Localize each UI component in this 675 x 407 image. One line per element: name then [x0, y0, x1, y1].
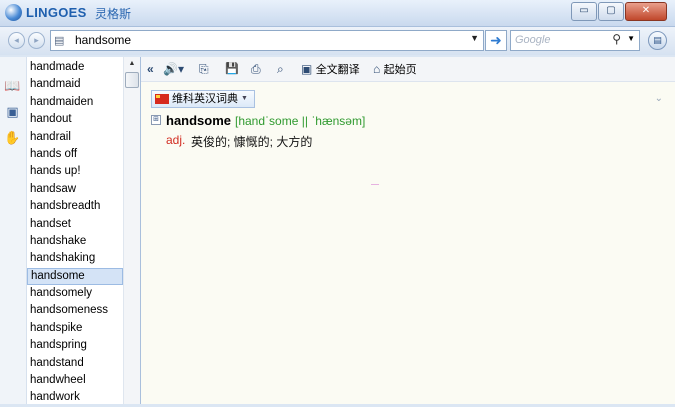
- speaker-icon[interactable]: 🔊▾: [163, 61, 184, 77]
- back-button[interactable]: ◂: [8, 32, 25, 49]
- word-list-item[interactable]: handout: [27, 111, 123, 128]
- word-list: handmade handmaid handmaiden handout handrai…: [27, 59, 123, 407]
- search-box[interactable]: ▤ ▼: [50, 30, 484, 51]
- word-list-item[interactable]: handshaking: [27, 250, 123, 267]
- find-icon[interactable]: ⌕: [277, 61, 284, 77]
- copy-icon[interactable]: ⎘: [199, 61, 209, 77]
- home-icon: ⌂: [373, 62, 381, 76]
- collapse-chevron-icon[interactable]: ⌄: [655, 93, 663, 104]
- save-icon[interactable]: 💾: [225, 61, 239, 77]
- word-list-item[interactable]: handsaw: [27, 181, 123, 198]
- home-label: 起始页: [383, 64, 417, 76]
- print-icon[interactable]: ⎙: [251, 61, 261, 77]
- maximize-button[interactable]: ▢: [598, 2, 624, 21]
- dictionary-list-icon: ▤: [54, 35, 65, 47]
- word-list-item[interactable]: handsome: [27, 267, 123, 286]
- window-controls: ▭ ▢ ✕: [571, 2, 667, 21]
- search-icon[interactable]: ⚲: [612, 32, 621, 46]
- web-search-box[interactable]: ⚲ ▼: [510, 30, 640, 51]
- word-list-item[interactable]: handset: [27, 216, 123, 233]
- lingoes-logo-icon: [5, 4, 22, 21]
- full-text-translate-button[interactable]: ▣ 全文翻译: [301, 61, 360, 77]
- close-button[interactable]: ✕: [625, 2, 667, 21]
- word-list-item[interactable]: handwheel: [27, 372, 123, 389]
- word-list-item[interactable]: handwork: [27, 389, 123, 406]
- word-list-item[interactable]: hands off: [27, 146, 123, 163]
- handshake-icon[interactable]: ✋: [4, 129, 21, 146]
- history-dropdown-icon[interactable]: ▼: [470, 33, 479, 43]
- word-list-item[interactable]: handstand: [27, 355, 123, 372]
- word-list-scrollbar[interactable]: ▲: [123, 57, 140, 404]
- word-list-panel: 📖 ▣ ✋ handmade handmaid handmaiden handout h…: [0, 57, 141, 404]
- navigation-bar: ◂ ▸ ▤ ▼ ➜ ⚲ ▼ ▤: [0, 27, 675, 55]
- dictionary-icon[interactable]: ▣: [4, 103, 21, 120]
- result-toolbar: « 🔊▾ ⎘ 💾 ⎙ ⌕ ▣ 全文翻译 ⌂ 起始页: [141, 57, 675, 82]
- result-panel: « 🔊▾ ⎘ 💾 ⎙ ⌕ ▣ 全文翻译 ⌂ 起始页 维科英汉词典 ▼ ⌄ ⊞ h…: [141, 57, 675, 404]
- expand-entry-icon[interactable]: ⊞: [151, 115, 161, 125]
- go-button[interactable]: ➜: [485, 30, 507, 51]
- icon-rail: 📖 ▣ ✋: [0, 57, 27, 404]
- word-list-item[interactable]: handmade: [27, 59, 123, 76]
- translate-icon: ▣: [301, 62, 313, 76]
- word-list-item[interactable]: handmaiden: [27, 94, 123, 111]
- app-title: LINGOES: [26, 5, 87, 20]
- scroll-thumb[interactable]: [125, 72, 139, 88]
- part-of-speech: adj.: [166, 133, 186, 147]
- dictionary-tab-label: 维科英汉词典: [172, 93, 238, 105]
- word-list-item[interactable]: hands up!: [27, 163, 123, 180]
- phonetic: [handˈsome || ˈhænsəm]: [235, 114, 366, 128]
- cursor-mark: [371, 184, 379, 185]
- definition: 英俊的; 慷慨的; 大方的: [191, 135, 313, 149]
- engine-dropdown-icon[interactable]: ▼: [627, 34, 635, 43]
- web-search-input[interactable]: [515, 32, 605, 48]
- scroll-up-icon[interactable]: ▲: [125, 58, 139, 70]
- translate-label: 全文翻译: [315, 64, 360, 76]
- forward-button[interactable]: ▸: [28, 32, 45, 49]
- china-flag-icon: [155, 94, 169, 104]
- headword: handsome: [166, 113, 232, 128]
- word-list-item[interactable]: handrail: [27, 129, 123, 146]
- title-bar: LINGOES 灵格斯 ▭ ▢ ✕: [0, 0, 675, 27]
- home-page-button[interactable]: ⌂ 起始页: [373, 61, 417, 77]
- dictionary-tab[interactable]: 维科英汉词典 ▼: [151, 90, 255, 108]
- minimize-button[interactable]: ▭: [571, 2, 597, 21]
- dictionary-dropdown-icon[interactable]: ▼: [241, 91, 248, 107]
- app-title-chinese: 灵格斯: [95, 7, 132, 21]
- word-list-item[interactable]: handmaid: [27, 76, 123, 93]
- book-icon[interactable]: 📖: [4, 77, 21, 94]
- word-list-item[interactable]: handsbreadth: [27, 198, 123, 215]
- word-list-item[interactable]: handshake: [27, 233, 123, 250]
- word-list-item[interactable]: handsomeness: [27, 302, 123, 319]
- word-list-item[interactable]: handspring: [27, 337, 123, 354]
- collapse-sidebar-icon[interactable]: «: [147, 61, 154, 77]
- main-menu-button[interactable]: ▤: [648, 31, 667, 50]
- word-list-item[interactable]: handsomely: [27, 285, 123, 302]
- word-list-item[interactable]: handspike: [27, 320, 123, 337]
- search-input[interactable]: [75, 32, 455, 48]
